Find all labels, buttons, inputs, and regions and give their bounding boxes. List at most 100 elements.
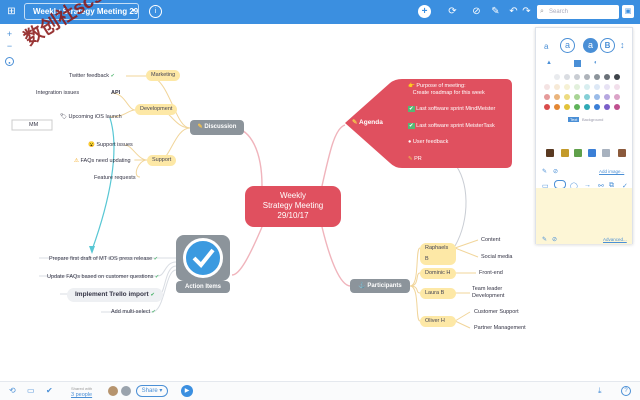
presentation-icon[interactable]: ▭: [27, 386, 35, 396]
action-item-faqs[interactable]: Update FAQs based on customer questions …: [47, 273, 159, 281]
tab-text[interactable]: Text: [568, 117, 580, 122]
edit-icon[interactable]: ✎: [542, 168, 547, 175]
action-item-press-release-label: Prepare first draft of MT iOS press rele…: [49, 256, 153, 262]
tab-background[interactable]: Background: [582, 117, 603, 122]
participants-label: Participants: [367, 283, 402, 289]
note-edit-icon[interactable]: ✎: [542, 236, 547, 243]
agenda-item-meistertask[interactable]: ✔ Last software sprint MeisterTask: [408, 123, 495, 129]
delete-icon[interactable]: ⊘: [553, 168, 558, 175]
swatch[interactable]: [564, 104, 570, 110]
action-items-topic[interactable]: Action Items: [176, 281, 230, 293]
role-partner-management[interactable]: Partner Management: [474, 324, 526, 332]
swatch[interactable]: [614, 94, 620, 100]
swatch[interactable]: [584, 84, 590, 90]
swatch[interactable]: [614, 104, 620, 110]
swatch[interactable]: [574, 74, 580, 80]
check-box-icon: ✔: [408, 123, 415, 129]
action-items-image[interactable]: [176, 235, 230, 281]
participant-laura[interactable]: Laura B: [420, 288, 456, 299]
border-icon[interactable]: ◐: [594, 60, 598, 66]
swatch[interactable]: [554, 104, 560, 110]
text-color-icon[interactable]: ▲: [546, 60, 552, 66]
share-button[interactable]: Share ▾: [136, 385, 168, 397]
swatch[interactable]: [614, 84, 620, 90]
note-area[interactable]: ✎ ⊘ Advanced...: [536, 188, 632, 244]
swatch[interactable]: [574, 84, 580, 90]
agenda-item-mindmeister[interactable]: ✔ Last software sprint MindMeister: [408, 106, 495, 112]
role-customer-support[interactable]: Customer Support: [474, 308, 519, 316]
sticker-book-icon[interactable]: [574, 149, 582, 157]
agenda-item-purpose[interactable]: 👉 Purpose of meeting: Create roadmap for…: [408, 83, 485, 97]
agenda-item-feedback[interactable]: ● User feedback: [408, 139, 448, 145]
agenda-label: Agenda: [359, 119, 383, 126]
hand-icon: 👉: [408, 83, 415, 89]
text-style-circle[interactable]: a: [560, 38, 575, 53]
text-style-small[interactable]: a: [544, 42, 548, 51]
swatch[interactable]: [564, 94, 570, 100]
sticker-books-icon[interactable]: [602, 149, 610, 157]
role-development[interactable]: Development: [472, 292, 504, 300]
swatch[interactable]: [584, 94, 590, 100]
participant-raphaels[interactable]: Raphaels B: [420, 243, 456, 265]
participant-dominic[interactable]: Dominic H: [420, 268, 456, 279]
swatch[interactable]: [544, 104, 550, 110]
add-image-link[interactable]: Add image...: [599, 169, 624, 174]
sticker-screen-icon[interactable]: [588, 149, 596, 157]
bold-icon[interactable]: B: [600, 38, 615, 53]
role-content[interactable]: Content: [481, 236, 500, 244]
participants-topic[interactable]: ⚓ Participants: [350, 279, 410, 293]
history-icon[interactable]: ⟲: [9, 386, 16, 396]
swatch[interactable]: [544, 94, 550, 100]
swatch[interactable]: [564, 74, 570, 80]
font-size-icon[interactable]: ↕: [620, 40, 625, 50]
participant-dominic-name: Dominic H: [425, 270, 451, 276]
bottom-toolbar: ⟲ ▭ ✔ Shared with 3 people Share ▾ ▶ ⤓ ?: [0, 381, 640, 400]
sticker-trophy-icon[interactable]: [561, 149, 569, 157]
action-item-multiselect-label: Add multi-select: [111, 309, 151, 315]
swatch[interactable]: [584, 104, 590, 110]
action-item-multiselect[interactable]: Add multi-select ✔: [111, 308, 156, 316]
role-front-end[interactable]: Front-end: [479, 269, 503, 277]
agenda-item-feedback-label: User feedback: [412, 139, 449, 145]
download-icon[interactable]: ⤓: [598, 386, 602, 396]
role-social-media[interactable]: Social media: [481, 253, 513, 261]
avatar: [108, 386, 118, 396]
swatch[interactable]: [604, 74, 610, 80]
action-item-press-release[interactable]: Prepare first draft of MT iOS press rele…: [49, 255, 158, 263]
swatch[interactable]: [544, 84, 550, 90]
swatch[interactable]: [604, 104, 610, 110]
agenda-topic[interactable]: ✎ Agenda: [352, 118, 383, 126]
swatch[interactable]: [594, 104, 600, 110]
dot-icon: ●: [408, 139, 412, 145]
check-icon[interactable]: ✔: [46, 386, 53, 396]
play-icon[interactable]: ▶: [181, 385, 193, 397]
background-color-icon[interactable]: [574, 60, 581, 67]
note-delete-icon[interactable]: ⊘: [552, 236, 557, 243]
check-box-icon: ✔: [408, 106, 415, 112]
text-style-filled[interactable]: a: [583, 38, 598, 53]
swatch[interactable]: [574, 94, 580, 100]
sticker-graduation-icon[interactable]: [546, 149, 554, 157]
swatch[interactable]: [554, 84, 560, 90]
swatch[interactable]: [594, 84, 600, 90]
swatch[interactable]: [614, 74, 620, 80]
check-icon: ✔: [150, 292, 155, 298]
share-label: Share: [141, 388, 158, 394]
swatch[interactable]: [584, 74, 590, 80]
swatch[interactable]: [564, 84, 570, 90]
agenda-item-mindmeister-label: Last software sprint MindMeister: [416, 106, 496, 112]
swatch[interactable]: [554, 74, 560, 80]
help-icon[interactable]: ?: [621, 386, 631, 396]
swatch[interactable]: [604, 84, 610, 90]
swatch[interactable]: [604, 94, 610, 100]
swatch[interactable]: [554, 94, 560, 100]
sticker-pencil-icon[interactable]: [618, 149, 626, 157]
advanced-link[interactable]: Advanced...: [603, 237, 627, 242]
swatch[interactable]: [594, 74, 600, 80]
participant-oliver[interactable]: Oliver H: [420, 316, 456, 327]
swatch[interactable]: [594, 94, 600, 100]
people-link[interactable]: 3 people: [71, 390, 92, 400]
swatch[interactable]: [574, 104, 580, 110]
action-item-trello[interactable]: Implement Trello import ✔: [67, 288, 163, 302]
agenda-item-pr[interactable]: ✎ PR: [408, 156, 422, 162]
